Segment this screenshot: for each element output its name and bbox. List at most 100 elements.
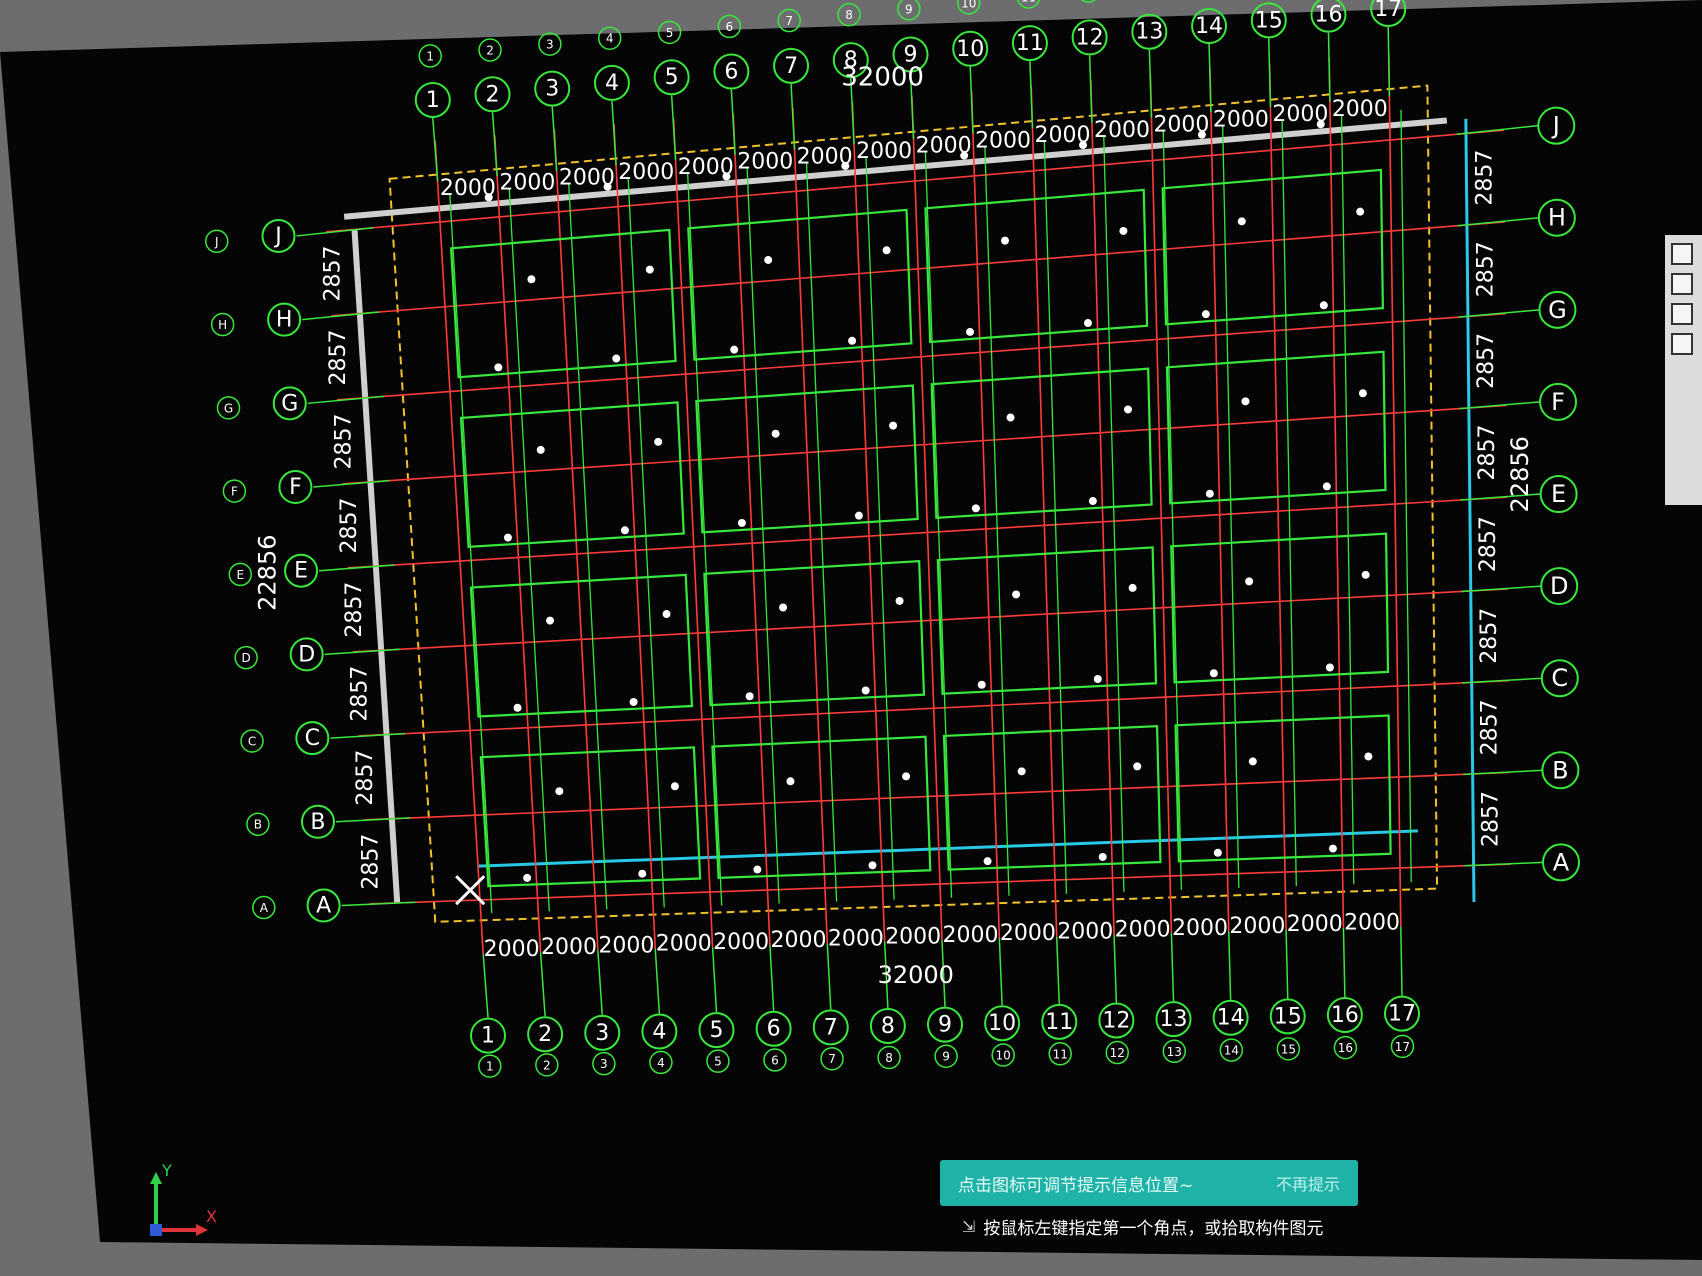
grid-node [1083,319,1092,328]
grid-node [629,697,638,706]
top-bay-dimension: 2000 [856,139,912,164]
bottom-axis-label: 17 [1388,1002,1416,1027]
bottom-axis-label: 7 [824,1015,838,1040]
bottom-bay-dimension: 2000 [1115,918,1171,943]
grid-node [503,533,512,542]
left-axis-small-label: G [224,401,233,415]
bottom-bay-dimension: 2000 [1172,916,1228,941]
grid-node [670,782,679,791]
grid-node [854,511,863,520]
bottom-axis-label: 16 [1331,1003,1359,1028]
left-axis-label: F [289,475,302,500]
bottom-axis-label: 10 [988,1011,1016,1036]
left-axis-small-label: D [242,651,251,665]
tool-button-2[interactable] [1671,273,1693,295]
top-bay-dimension: 2000 [618,160,674,185]
bottom-axis-small-label: 9 [942,1050,950,1064]
hint-banner[interactable]: 点击图标可调节提示信息位置~ 不再提示 [940,1160,1358,1206]
right-axis-label: D [1550,572,1568,600]
grid-node [513,703,522,712]
right-row-dimension: 2857 [1472,150,1497,206]
top-axis-small-label: 3 [546,38,554,52]
top-axis-small-label: 5 [666,26,674,40]
grid-node [1248,757,1257,766]
bottom-axis-label: 11 [1045,1010,1073,1035]
bottom-axis-small-label: 16 [1338,1041,1353,1055]
right-axis-label: F [1551,388,1565,416]
top-bay-dimension: 2000 [440,176,496,201]
bottom-axis-small-label: 2 [543,1058,551,1072]
grid-node [1358,389,1367,398]
grid-node [737,518,746,527]
top-axis-label: 15 [1255,8,1283,33]
grid-node [730,345,739,354]
bottom-axis-small-label: 17 [1395,1040,1410,1054]
bottom-axis-label: 6 [767,1017,781,1042]
right-row-dimension: 2857 [1477,608,1502,664]
left-axis-small-label: J [214,235,219,249]
grid-node [786,777,795,786]
ucs-x-label: X [206,1207,217,1226]
grid-node [523,873,532,882]
grid-node [745,692,754,701]
left-axis-small-label: C [248,734,256,748]
grid-node [1319,301,1328,310]
grid-node [1201,310,1210,319]
top-axis-label: 1 [426,88,440,113]
cad-viewport[interactable]: 1122334455667788991010111112121313141415… [0,0,1702,1276]
grid-node [895,596,904,605]
grid-node [536,445,545,454]
top-axis-label: 2 [486,82,500,107]
bottom-bay-dimension: 2000 [484,937,540,962]
bottom-axis-small-label: 11 [1053,1047,1068,1061]
top-bay-dimension: 2000 [499,171,555,196]
top-axis-label: 16 [1314,3,1342,28]
grid-node [1123,405,1132,414]
left-axis-small-label: B [254,818,262,832]
left-axis-label: G [281,391,298,416]
top-axis-label: 3 [545,77,559,102]
grid-node [1322,482,1331,491]
top-axis-label: 5 [665,65,679,90]
grid-node [882,246,891,255]
bottom-axis-label: 3 [595,1021,609,1046]
grid-node [1328,844,1337,853]
bottom-overall-dimension: 32000 [878,961,954,989]
monitor-frame: 1122334455667788991010111112121313141415… [0,0,1702,1276]
top-axis-label: 4 [605,71,619,96]
bottom-axis-small-label: 8 [885,1051,893,1065]
bottom-axis-small-label: 12 [1110,1046,1125,1060]
left-overall-dimension: 22856 [253,535,281,611]
left-axis-small-label: H [218,318,227,332]
command-prompt: ⇲ 按鼠标左键指定第一个角点，或拾取构件图元 [962,1214,1323,1239]
bottom-axis-small-label: 10 [996,1049,1011,1063]
ucs-origin [150,1224,162,1236]
bottom-axis-label: 12 [1102,1008,1130,1033]
dont-show-again-button[interactable]: 不再提示 [1276,1171,1340,1195]
top-bay-dimension: 2000 [916,134,972,159]
grid-node [1213,848,1222,857]
bottom-bay-dimension: 2000 [713,930,769,955]
tool-button-3[interactable] [1671,303,1693,325]
top-bay-dimension: 2000 [1213,107,1269,132]
top-overall-dimension: 32000 [841,63,924,93]
top-axis-label: 14 [1195,14,1223,39]
grid-node [1361,570,1370,579]
top-bay-dimension: 2000 [1153,113,1209,138]
right-row-dimension: 2857 [1476,516,1501,572]
tool-button-4[interactable] [1671,333,1693,355]
top-bay-dimension: 2000 [737,150,793,175]
top-axis-label: 10 [956,37,984,62]
top-axis-small-bubble [1080,0,1097,3]
top-axis-small-label: 6 [726,20,734,34]
top-axis-small-label: 10 [961,0,976,10]
tool-button-1[interactable] [1671,243,1693,265]
grid-node [983,857,992,866]
left-row-dimension: 2857 [320,245,345,301]
right-axis-label: E [1551,480,1566,508]
right-row-dimension: 2857 [1479,791,1504,847]
drawing-canvas[interactable] [0,0,1702,1260]
grid-node [494,363,503,372]
left-axis-label: J [273,224,282,249]
grid-node [966,327,975,336]
